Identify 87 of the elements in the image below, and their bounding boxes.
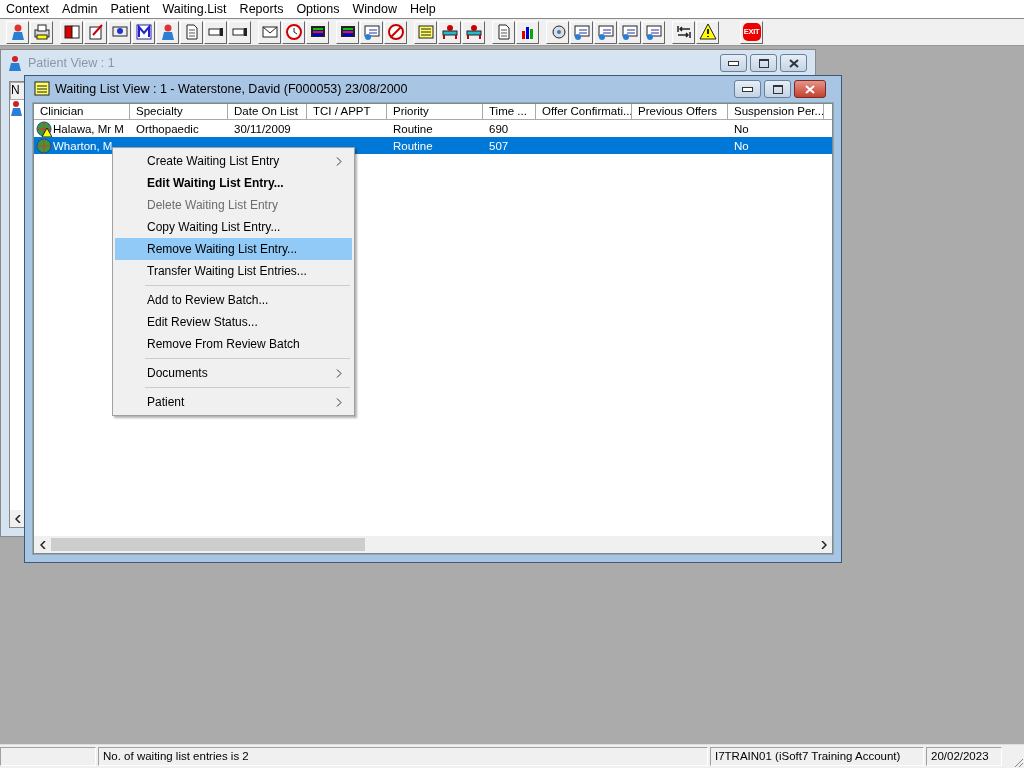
- toolbar-button[interactable]: [546, 20, 569, 44]
- chevron-right-icon: [820, 540, 827, 549]
- menu-item[interactable]: Remove From Review Batch: [115, 333, 352, 355]
- toolbar-button[interactable]: [672, 20, 695, 44]
- table-cell: Orthopaedic: [136, 122, 199, 135]
- note-icon: [34, 81, 50, 97]
- minimize-button[interactable]: [720, 54, 747, 72]
- column-header[interactable]: Suspension Per...: [728, 104, 824, 120]
- close-button[interactable]: [794, 80, 826, 98]
- card-icon: [620, 23, 639, 41]
- menu-item[interactable]: Patient: [106, 2, 156, 16]
- toolbar-button[interactable]: [306, 20, 329, 44]
- menu-item[interactable]: Reports: [235, 2, 290, 16]
- status-panel: I7TRAIN01 (iSoft7 Training Account): [710, 747, 924, 766]
- toolbar-button[interactable]: [336, 20, 359, 44]
- card-icon: [362, 23, 381, 41]
- card-icon: [644, 23, 663, 41]
- table-cell: 507: [489, 139, 509, 152]
- table-cell: Wharton, M: [53, 139, 113, 152]
- card-icon: [596, 23, 615, 41]
- table-cell: 30/11/2009: [234, 122, 291, 135]
- warning-icon: [698, 23, 717, 41]
- toolbar-button[interactable]: [30, 20, 53, 44]
- bed-icon: [440, 23, 459, 41]
- toolbar-button[interactable]: [696, 20, 719, 44]
- close-button[interactable]: [780, 54, 807, 72]
- column-header[interactable]: Offer Confirmati...: [536, 104, 632, 120]
- table-cell: No: [734, 122, 749, 135]
- column-header[interactable]: Time ...: [483, 104, 536, 120]
- column-header[interactable]: Priority: [387, 104, 483, 120]
- chevron-left-icon: [39, 540, 46, 549]
- menu-item[interactable]: Options: [292, 2, 346, 16]
- menu-item[interactable]: Edit Review Status...: [115, 311, 352, 333]
- scrollbar-thumb[interactable]: [51, 538, 365, 551]
- printer-icon: [32, 23, 51, 41]
- resize-grip-icon: [1012, 756, 1024, 768]
- card-icon: [572, 23, 591, 41]
- menu-item[interactable]: Help: [405, 2, 442, 16]
- table-row[interactable]: Halawa, Mr M Orthopaedic 30/11/2009 Routine 690 No: [34, 120, 832, 137]
- menu-item[interactable]: Waiting.List: [158, 2, 233, 16]
- envelope-icon: [260, 23, 279, 41]
- status-panel: 20/02/2023: [926, 747, 1002, 766]
- close-icon: [805, 84, 815, 94]
- menu-item[interactable]: Copy Waiting List Entry...: [115, 216, 352, 238]
- menu-item[interactable]: Add to Review Batch...: [115, 289, 352, 311]
- table-cell: Routine: [393, 122, 433, 135]
- menu-item[interactable]: Remove Waiting List Entry...: [115, 238, 352, 260]
- column-header[interactable]: TCI / APPT: [307, 104, 387, 120]
- person-icon: [7, 55, 23, 71]
- column-header[interactable]: Date On List: [228, 104, 307, 120]
- column-header[interactable]: Previous Offers: [632, 104, 728, 120]
- toolbar-button[interactable]: [60, 20, 83, 44]
- toolbar-button[interactable]: [108, 20, 131, 44]
- menu-item[interactable]: Documents: [115, 362, 352, 384]
- window-title: Waiting List View : 1 - Waterstone, David (F000053) 23/08/2000: [55, 82, 408, 96]
- window-title: Patient View : 1: [28, 56, 115, 70]
- table-cell: 690: [489, 122, 509, 135]
- notepad-icon: [86, 23, 105, 41]
- arrows-icon: [674, 23, 693, 41]
- book-icon: [62, 23, 81, 41]
- bed-icon: [464, 23, 483, 41]
- person-icon: [10, 100, 24, 116]
- column-header[interactable]: Clinician: [34, 104, 130, 120]
- menu-item[interactable]: Context: [2, 2, 56, 16]
- toolbar-button[interactable]: [204, 20, 227, 44]
- maximize-button[interactable]: [764, 80, 791, 98]
- no-entry-icon: [386, 23, 405, 41]
- table-cell: Halawa, Mr M: [53, 122, 124, 135]
- table-cell: No: [734, 139, 749, 152]
- menu-item[interactable]: Patient: [115, 391, 352, 413]
- maximize-button[interactable]: [750, 54, 777, 72]
- table-cell: Routine: [393, 139, 433, 152]
- note-icon: [416, 23, 435, 41]
- status-panel: No. of waiting list entries is 2: [98, 747, 708, 766]
- menu-item[interactable]: Window: [348, 2, 403, 16]
- toolbar-button[interactable]: [228, 20, 251, 44]
- column-header[interactable]: Specialty: [130, 104, 228, 120]
- close-icon: [788, 58, 799, 68]
- letter-icon: [134, 23, 153, 41]
- menu-item[interactable]: Admin: [58, 2, 104, 16]
- toolbar-button[interactable]: [516, 20, 539, 44]
- minimize-button[interactable]: [734, 80, 761, 98]
- menu-item[interactable]: Transfer Waiting List Entries...: [115, 260, 352, 282]
- chevron-left-icon: [15, 514, 21, 523]
- clock-icon: [284, 23, 303, 41]
- menu-item[interactable]: Edit Waiting List Entry...: [115, 172, 352, 194]
- toolbar-button[interactable]: [132, 20, 155, 44]
